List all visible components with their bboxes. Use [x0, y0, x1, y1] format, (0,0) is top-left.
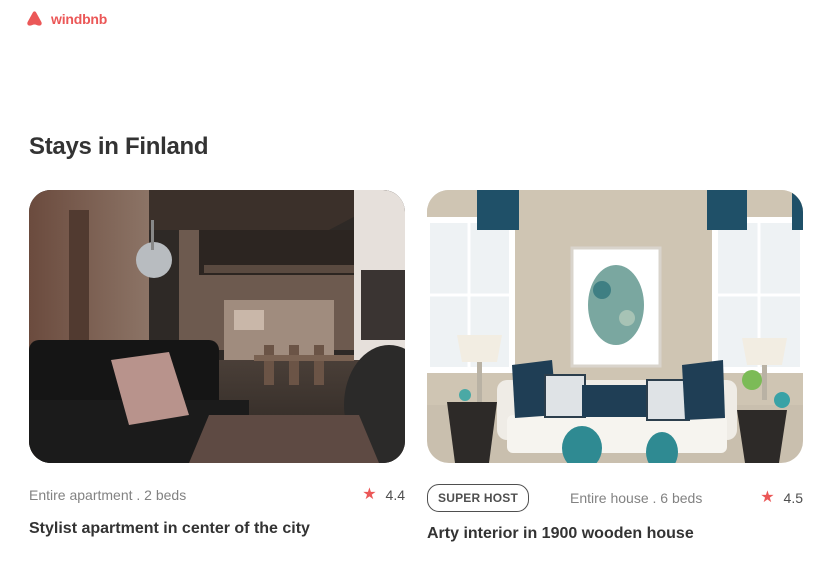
logo-icon — [27, 11, 42, 26]
page-title: Stays in Finland — [29, 133, 209, 160]
stay-photo[interactable] — [29, 190, 405, 463]
superhost-badge: SUPER HOST — [427, 484, 530, 512]
living-room-photo — [427, 190, 803, 463]
stay-card[interactable]: SUPER HOST Entire house . 6 beds ★ 4.5 A… — [427, 190, 803, 543]
stay-meta: SUPER HOST Entire house . 6 beds ★ 4.5 — [427, 483, 803, 513]
stay-title[interactable]: Arty interior in 1900 wooden house — [427, 525, 803, 543]
stay-photo[interactable] — [427, 190, 803, 463]
stay-rating: 4.5 — [783, 490, 803, 506]
star-icon: ★ — [760, 489, 775, 506]
stay-meta: Entire apartment . 2 beds ★ 4.4 — [29, 484, 405, 506]
stay-type: Entire house . 6 beds — [570, 490, 703, 506]
stay-rating: 4.4 — [385, 487, 405, 503]
stay-title[interactable]: Stylist apartment in center of the city — [29, 520, 405, 538]
stay-type: Entire apartment . 2 beds — [29, 487, 187, 503]
brand-name: windbnb — [51, 10, 108, 27]
stay-card[interactable]: Entire apartment . 2 beds ★ 4.4 Stylist … — [29, 190, 405, 538]
logo[interactable]: windbnb — [26, 10, 107, 27]
loft-apartment-photo — [29, 190, 405, 463]
star-icon: ★ — [362, 486, 377, 503]
